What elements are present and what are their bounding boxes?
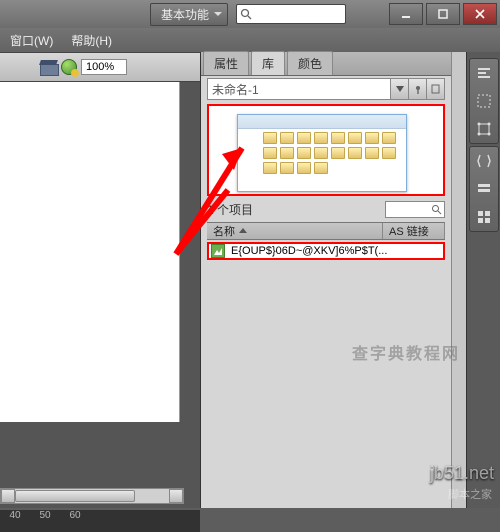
search-icon [240, 8, 252, 20]
zoom-field[interactable]: 100% [81, 59, 127, 75]
right-column: 属性 库 颜色 未命名-1 [200, 52, 500, 508]
motion-presets-icon[interactable] [474, 207, 494, 227]
stage-canvas[interactable] [0, 82, 180, 422]
minimize-button[interactable] [389, 3, 423, 25]
chevron-down-icon [396, 85, 404, 93]
pin-button[interactable] [409, 78, 427, 100]
maximize-button[interactable] [426, 3, 460, 25]
panel-tab-strip: 属性 库 颜色 [201, 52, 451, 76]
document-dropdown[interactable]: 未命名-1 [207, 78, 445, 100]
timeline-mark: 40 [0, 510, 30, 532]
sort-asc-icon [239, 227, 247, 235]
document-dropdown-value: 未命名-1 [207, 78, 391, 100]
column-as-link[interactable]: AS 链接 [383, 223, 445, 239]
item-count-label: 1 个项目 [207, 201, 385, 218]
align-panel-icon[interactable] [474, 63, 494, 83]
workspace-dropdown[interactable]: 基本功能 [150, 3, 228, 26]
library-columns-header: 名称 AS 链接 [207, 222, 445, 240]
horizontal-scrollbar[interactable] [0, 488, 184, 504]
scroll-left-arrow[interactable] [1, 489, 15, 503]
edit-scene-icon[interactable] [61, 59, 77, 75]
timeline-mark: 50 [30, 510, 60, 532]
workspace: 100% 40 50 60 属性 库 颜色 未命名-1 [0, 52, 500, 508]
column-name[interactable]: 名称 [207, 223, 383, 239]
scene-icon[interactable] [40, 60, 57, 74]
close-button[interactable] [463, 3, 497, 25]
document-dropdown-arrow[interactable] [391, 78, 409, 100]
tab-properties[interactable]: 属性 [203, 51, 249, 75]
panel-vertical-scrollbar[interactable] [451, 52, 466, 508]
library-item-row[interactable]: E{OUP$}06D~@XKV]6%P$T(... [207, 242, 445, 260]
stage-area: 40 50 60 [0, 82, 200, 508]
timeline-mark: 60 [60, 510, 90, 532]
bitmap-icon [211, 244, 225, 258]
library-search[interactable] [385, 201, 445, 218]
transform-panel-icon[interactable] [474, 119, 494, 139]
scroll-thumb[interactable] [15, 490, 135, 502]
pin-icon [413, 84, 423, 94]
library-item-name: E{OUP$}06D~@XKV]6%P$T(... [231, 245, 387, 257]
new-library-button[interactable] [427, 78, 445, 100]
components-panel-icon[interactable] [474, 179, 494, 199]
preview-thumbnail [237, 114, 407, 192]
menu-bar: 窗口(W) 帮助(H) [0, 28, 500, 52]
search-icon [431, 204, 442, 215]
dock-group-align [469, 58, 499, 144]
tab-color[interactable]: 颜色 [287, 51, 333, 75]
workspace-dropdown-label: 基本功能 [161, 8, 209, 22]
document-toolbar: 100% [0, 52, 200, 82]
library-preview[interactable] [207, 104, 445, 196]
page-icon [431, 84, 441, 94]
library-panel: 属性 库 颜色 未命名-1 [200, 52, 451, 508]
help-search-input[interactable] [255, 8, 335, 20]
timeline-ruler[interactable]: 40 50 60 [0, 510, 200, 532]
help-search-box[interactable] [236, 4, 346, 24]
dock-bar [466, 52, 500, 508]
dock-group-code [469, 146, 499, 232]
code-snippets-icon[interactable] [474, 151, 494, 171]
scroll-right-arrow[interactable] [169, 489, 183, 503]
info-panel-icon[interactable] [474, 91, 494, 111]
stage-column: 100% 40 50 60 [0, 52, 200, 508]
menu-window[interactable]: 窗口(W) [10, 32, 53, 49]
library-status-row: 1 个项目 [207, 200, 445, 218]
menu-help[interactable]: 帮助(H) [71, 32, 112, 49]
title-bar: 基本功能 [0, 0, 500, 28]
tab-library[interactable]: 库 [251, 51, 285, 75]
